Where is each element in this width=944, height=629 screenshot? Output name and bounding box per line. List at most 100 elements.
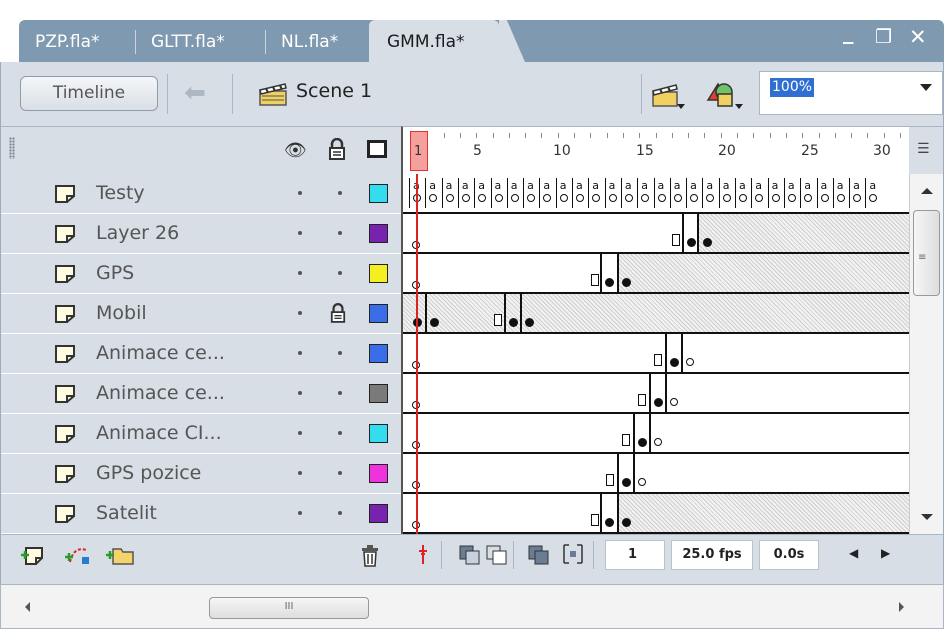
scrollbar-thumb[interactable]: III — [209, 597, 369, 619]
tab-nl[interactable]: NL.fla* — [281, 20, 338, 62]
locked-frame-span[interactable] — [403, 294, 909, 332]
visibility-dot[interactable] — [298, 431, 302, 435]
layer-row[interactable]: Animace ce... — [1, 374, 402, 414]
outline-color-swatch[interactable] — [369, 424, 388, 443]
empty-keyframe[interactable]: a — [767, 178, 784, 208]
center-frame-icon[interactable] — [411, 542, 435, 566]
horizontal-scrollbar[interactable]: III — [0, 584, 944, 629]
lock-dot[interactable] — [338, 351, 342, 355]
outline-color-swatch[interactable] — [369, 264, 388, 283]
empty-keyframe[interactable]: a — [686, 178, 702, 208]
empty-keyframe[interactable]: a — [441, 178, 458, 208]
layer-row[interactable]: Layer 26 — [1, 214, 402, 254]
lock-dot[interactable] — [338, 471, 342, 475]
empty-keyframe[interactable]: a — [425, 178, 441, 208]
empty-keyframe[interactable]: a — [800, 178, 816, 208]
frame-grid[interactable]: aaaaaaaaaaaaaaaaaaaaaaaaaaaaa — [401, 174, 909, 534]
outline-color-swatch[interactable] — [369, 384, 388, 403]
tab-gltt[interactable]: GLTT.fla* — [151, 20, 225, 62]
scroll-left-icon[interactable]: ◀ — [849, 546, 858, 560]
empty-frame-span[interactable] — [697, 214, 909, 252]
scroll-up-icon[interactable] — [921, 188, 933, 194]
frame-end-marker[interactable] — [654, 354, 662, 366]
keyframe[interactable] — [525, 318, 534, 327]
empty-keyframe[interactable] — [638, 478, 646, 486]
empty-keyframe[interactable]: a — [523, 178, 539, 208]
tab-pzp[interactable]: PZP.fla* — [35, 20, 100, 62]
visibility-dot[interactable] — [298, 231, 302, 235]
panel-options-icon[interactable]: ☰ — [917, 141, 930, 157]
layer-name[interactable]: GPS — [96, 262, 134, 284]
lock-dot[interactable] — [338, 391, 342, 395]
playhead[interactable]: 1 — [410, 131, 428, 171]
lock-dot[interactable] — [338, 191, 342, 195]
lock-dot[interactable] — [338, 271, 342, 275]
frame-row[interactable] — [403, 294, 909, 334]
empty-keyframe[interactable]: a — [816, 178, 833, 208]
empty-keyframe[interactable]: a — [735, 178, 751, 208]
frame-end-marker[interactable] — [591, 274, 599, 286]
empty-keyframe[interactable] — [686, 358, 694, 366]
frame-end-marker[interactable] — [672, 234, 680, 246]
scroll-left-icon[interactable] — [25, 602, 30, 612]
resize-grip[interactable] — [9, 137, 15, 159]
frame-row[interactable] — [403, 254, 909, 294]
back-arrow-icon[interactable]: ⬅ — [178, 78, 212, 110]
frame-row[interactable] — [403, 214, 909, 254]
timeline-button[interactable]: Timeline — [20, 76, 158, 111]
tab-gmm[interactable]: GMM.fla* — [369, 20, 499, 62]
empty-keyframe[interactable] — [654, 438, 662, 446]
minimize-button[interactable]: _ — [843, 20, 854, 44]
frame-row[interactable] — [403, 334, 909, 374]
frame-end-marker[interactable] — [606, 474, 614, 486]
visibility-dot[interactable] — [298, 351, 302, 355]
vertical-scrollbar[interactable]: ≡ — [909, 174, 944, 534]
modify-onion-markers-icon[interactable] — [561, 542, 585, 566]
empty-keyframe[interactable]: a — [474, 178, 490, 208]
scroll-right-icon[interactable] — [899, 602, 904, 612]
onion-skin-outlines-icon[interactable] — [485, 542, 509, 566]
outline-icon[interactable] — [367, 140, 387, 158]
empty-keyframe[interactable]: a — [490, 178, 507, 208]
eye-icon[interactable]: 👁 — [284, 140, 307, 161]
frame-row[interactable] — [403, 414, 909, 454]
layer-name[interactable]: Animace CI... — [96, 422, 222, 444]
layer-row[interactable]: GPS — [1, 254, 402, 294]
layer-name[interactable]: Testy — [96, 182, 145, 204]
frame-end-marker[interactable] — [622, 434, 630, 446]
frame-row[interactable] — [403, 374, 909, 414]
visibility-dot[interactable] — [298, 311, 302, 315]
layer-name[interactable]: GPS pozice — [96, 462, 201, 484]
scroll-down-icon[interactable] — [921, 514, 933, 520]
empty-keyframe[interactable]: a — [572, 178, 588, 208]
keyframe[interactable] — [430, 318, 439, 327]
zoom-value[interactable]: 100% — [770, 78, 815, 97]
layer-row[interactable]: Animace CI... — [1, 414, 402, 454]
trash-icon[interactable] — [359, 544, 381, 568]
lock-dot[interactable] — [338, 511, 342, 515]
chevron-down-icon[interactable] — [920, 84, 932, 91]
empty-keyframe[interactable]: a — [751, 178, 767, 208]
keyframe[interactable] — [670, 358, 679, 367]
frame-end-marker[interactable] — [638, 394, 646, 406]
panel-menu[interactable]: ☰ — [909, 126, 944, 174]
empty-keyframe[interactable]: a — [702, 178, 718, 208]
frame-row[interactable] — [403, 454, 909, 494]
edit-symbol-icon[interactable] — [704, 78, 744, 110]
zoom-select[interactable]: 100% — [759, 71, 943, 115]
keyframe-sequence[interactable]: aaaaaaaaaaaaaaaaaaaaaaaaaaaaa — [409, 178, 889, 208]
keyframe[interactable] — [687, 238, 696, 247]
empty-keyframe[interactable]: a — [637, 178, 653, 208]
empty-keyframe[interactable]: a — [588, 178, 604, 208]
frame-end-marker[interactable] — [494, 314, 502, 326]
restore-button[interactable]: ❐ — [875, 26, 892, 48]
lock-dot[interactable] — [338, 231, 342, 235]
empty-frame-span[interactable] — [617, 494, 909, 532]
frame-row[interactable]: aaaaaaaaaaaaaaaaaaaaaaaaaaaaa — [403, 174, 909, 214]
keyframe[interactable] — [622, 478, 631, 487]
visibility-dot[interactable] — [298, 391, 302, 395]
empty-keyframe[interactable]: a — [865, 178, 881, 208]
lock-icon[interactable] — [328, 138, 346, 160]
outline-color-swatch[interactable] — [369, 184, 388, 203]
empty-keyframe[interactable]: a — [669, 178, 686, 208]
